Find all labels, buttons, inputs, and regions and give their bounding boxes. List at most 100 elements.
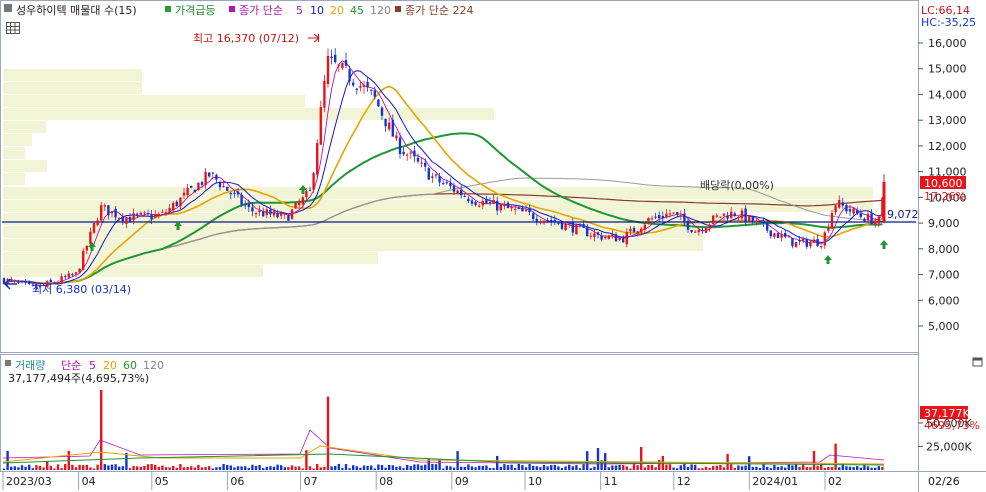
volume-legend-ma20[interactable]: 20 [103, 359, 117, 372]
candle-body [733, 213, 736, 216]
volume-legend-prefix[interactable]: 단순 [61, 359, 81, 372]
candle-body [550, 219, 553, 222]
volume-bar [791, 465, 794, 470]
candle-body [226, 186, 229, 191]
volume-legend-ma60[interactable]: 60 [123, 359, 137, 372]
candle-body [49, 279, 52, 282]
volume-bar [316, 463, 319, 470]
volume-bar [499, 466, 502, 470]
candle-body [373, 90, 376, 97]
volume-bar [409, 466, 412, 470]
volume-bar [784, 467, 787, 470]
candle-body [762, 221, 765, 224]
candle-body [827, 227, 830, 231]
candle-body [244, 203, 247, 206]
volume-bar [24, 466, 27, 470]
price-panel-maximize-button[interactable] [972, 357, 983, 367]
volume-bar [82, 465, 85, 470]
volume-legend-ma5[interactable]: 5 [89, 359, 96, 372]
candle-body [107, 205, 110, 216]
candle-body [193, 189, 196, 193]
candle-body [114, 208, 117, 218]
volume-bar [719, 464, 722, 470]
volume-bar [355, 466, 358, 470]
date-tick-label: 07 [304, 475, 318, 488]
volume-bar [773, 465, 776, 470]
volume-bar [384, 467, 387, 470]
volume-bar [668, 464, 672, 470]
legend-ma120[interactable]: 120 [370, 4, 391, 17]
date-tick-label: 11 [604, 475, 618, 488]
candle-body [697, 229, 700, 233]
volume-bar [654, 467, 657, 470]
volume-bar [686, 466, 690, 470]
legend-ma10[interactable]: 10 [310, 4, 324, 17]
volume-bar [110, 464, 114, 470]
volume-bar [344, 464, 348, 470]
candle-body [542, 220, 546, 224]
legend-title[interactable]: 성우하이텍 매물대 수(15) [16, 3, 137, 17]
candle-body [575, 224, 578, 235]
volume-bar [485, 465, 488, 470]
volume-legend-ma120[interactable]: 120 [143, 359, 164, 372]
candle-body [668, 213, 672, 215]
candle-body [758, 220, 762, 223]
candle-body [427, 168, 430, 180]
candle-body [607, 235, 610, 239]
volume-legend-icon [5, 360, 11, 366]
volume-bar [823, 467, 826, 470]
legend-item3[interactable]: 종가 단순 224 [405, 4, 473, 17]
legend-ma5[interactable]: 5 [296, 4, 303, 17]
volume-bar [251, 464, 254, 470]
legend-item2-prefix[interactable]: 종가 단순 [239, 4, 283, 17]
date-tick-label: 08 [379, 475, 393, 488]
candle-body [13, 280, 16, 282]
volume-bar [629, 468, 632, 470]
volume-bar [658, 460, 661, 470]
candle-body [416, 157, 420, 162]
volume-bar [805, 467, 808, 470]
legend-ma20[interactable]: 20 [330, 4, 344, 17]
volume-bar [262, 468, 265, 470]
volume-legend-label[interactable]: 거래량 [15, 359, 45, 372]
legend-item1[interactable]: 가격급등 [175, 4, 215, 17]
candle-body [229, 192, 232, 195]
candle-body [877, 216, 880, 224]
candle-body [553, 220, 556, 223]
candle-body [611, 234, 614, 237]
volume-bar [546, 466, 549, 470]
volume-bar [244, 466, 247, 470]
candle-body [92, 222, 96, 233]
volume-bar [204, 466, 207, 470]
table-view-icon[interactable] [6, 22, 20, 34]
volume-bar [132, 465, 135, 470]
volume-bar [431, 463, 434, 470]
volume-bar [712, 466, 715, 470]
volume-bar [373, 468, 376, 470]
volume-bar [467, 464, 470, 470]
candle-body [67, 273, 70, 278]
volume-bar [229, 465, 232, 470]
legend-ma45[interactable]: 45 [350, 4, 364, 17]
candle-body [78, 268, 81, 273]
candle-body [402, 151, 405, 155]
candle-body [564, 223, 567, 231]
candle-body [28, 281, 31, 285]
volume-bar [434, 464, 438, 470]
volume-bar [478, 465, 481, 470]
volume-bar [474, 467, 477, 470]
candle-body [528, 207, 531, 213]
horizontal-line-label: 9,072 [887, 208, 919, 221]
candle-body [211, 172, 214, 174]
candle-body [636, 231, 639, 235]
last-candle-body [882, 181, 886, 222]
volume-bar [258, 464, 261, 470]
candle-body [290, 209, 294, 219]
volume-bar [60, 468, 63, 470]
candle-body [172, 202, 175, 211]
volume-bar [10, 466, 13, 470]
volume-bar [794, 464, 798, 470]
volume-bar [168, 467, 171, 470]
candle-body [121, 216, 124, 222]
volume-bar [704, 466, 708, 470]
